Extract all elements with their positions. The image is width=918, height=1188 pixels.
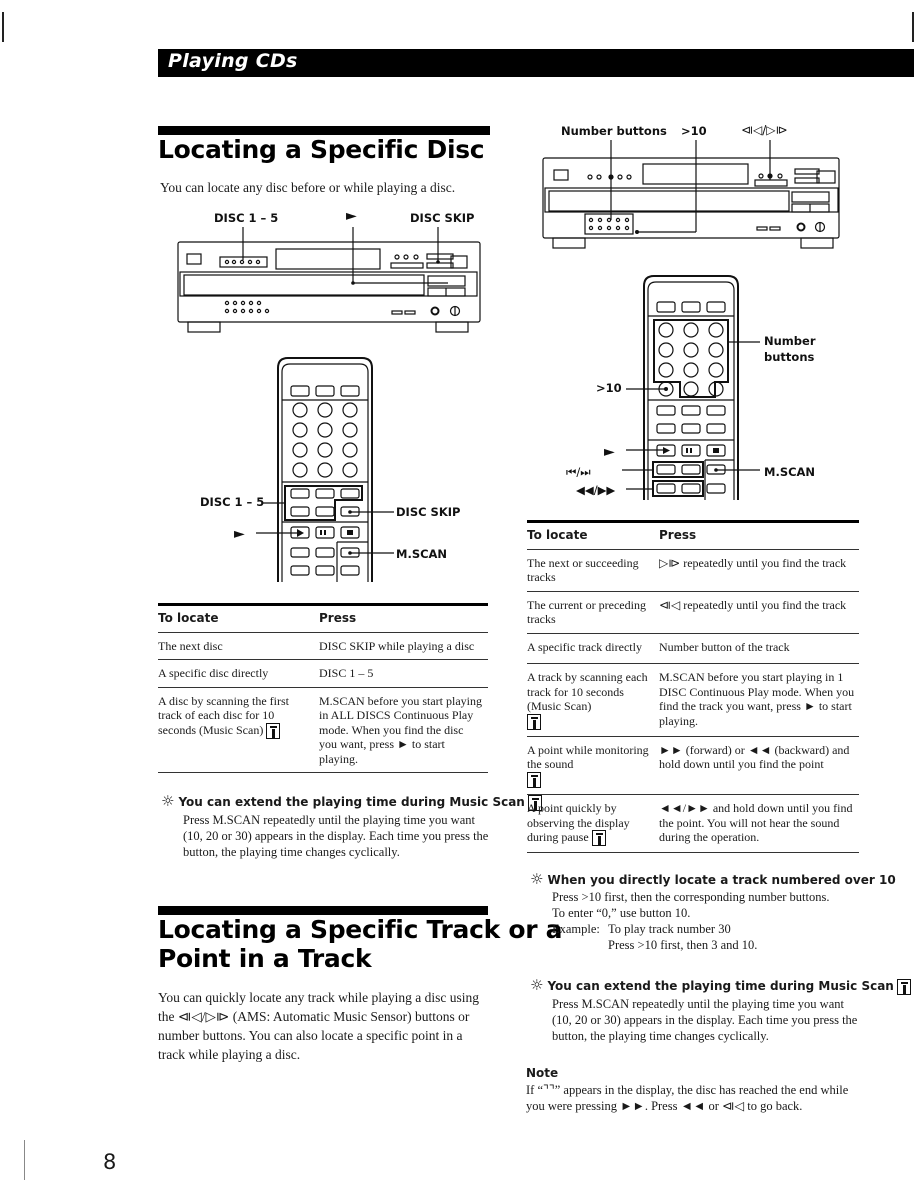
remote-only-icon xyxy=(527,772,541,788)
remote-drawing-2 xyxy=(622,275,760,500)
tip-body: Press M.SCAN repeatedly until the playin… xyxy=(552,996,858,1043)
col-header-locate: To locate xyxy=(158,611,219,625)
remote-only-icon xyxy=(896,978,911,995)
section2-tip-over10: ☼ When you directly locate a track number… xyxy=(530,870,896,953)
section2-table: To locate Press The next or succeeding t… xyxy=(527,520,859,854)
col-header-press: Press xyxy=(319,611,357,625)
lightbulb-icon: ☼ xyxy=(530,870,544,888)
display-window xyxy=(275,248,381,270)
cell-locate: A track by scanning each track for 10 se… xyxy=(527,664,659,736)
section2-rule xyxy=(158,906,488,915)
remote-only-icon xyxy=(266,722,281,739)
remote-only-icon xyxy=(527,713,541,730)
col-header-locate: To locate xyxy=(527,528,588,542)
remote-diagram-2: Number buttons >10 ► ⏮/⏭ ◀◀/▶▶ M.SCAN xyxy=(560,272,860,507)
cell-locate-text: A point quickly by observing the display… xyxy=(527,801,630,844)
col-header-press: Press xyxy=(659,528,697,542)
header-title: Playing CDs xyxy=(168,50,298,72)
cell-press: M.SCAN before you start playing in ALL D… xyxy=(319,693,482,766)
section1-table: To locate Press The next disc DISC SKIP … xyxy=(158,603,488,773)
table-row: The current or preceding tracks ⧏◁ repea… xyxy=(527,590,859,633)
tip-heading-text: You can extend the playing time during M… xyxy=(178,795,525,809)
section1-title: Locating a Specific Disc xyxy=(158,135,485,164)
page-edge-left xyxy=(2,12,4,42)
tip-heading: ☼ You can extend the playing time during … xyxy=(161,792,542,811)
example-line: Press >10 first, then 3 and 10. xyxy=(608,938,758,952)
number-buttons-outline xyxy=(653,319,729,398)
tip-body: Press M.SCAN repeatedly until the playin… xyxy=(183,812,489,859)
cell-locate: A point quickly by observing the display… xyxy=(527,795,659,852)
cd-player-drawing xyxy=(177,227,481,333)
cell-locate: A point while monitoring the sound xyxy=(527,737,659,794)
foot-left xyxy=(187,321,221,333)
cell-press: DISC SKIP while playing a disc xyxy=(319,638,475,653)
margin-rule xyxy=(24,1140,25,1180)
table-row: A point quickly by observing the display… xyxy=(527,794,859,854)
cell-press: ⧏◁ repeatedly until you find the track xyxy=(659,597,847,612)
cell-press: ▷⧐ repeatedly until you find the track xyxy=(659,555,847,570)
section2-note: Note If “⌝⌝” appears in the display, the… xyxy=(526,1066,861,1114)
section2-title-line2: Point in a Track xyxy=(158,944,372,973)
tip-heading: ☼ You can extend the playing time during … xyxy=(530,976,911,995)
cell-locate: The current or preceding tracks xyxy=(527,597,646,627)
foot-right xyxy=(435,321,469,333)
tip-line: Press >10 first, then the corresponding … xyxy=(552,890,830,904)
example-label: Example: xyxy=(552,922,600,936)
table-row: A point while monitoring the sound ►► (f… xyxy=(527,735,859,794)
cd-player-drawing-2 xyxy=(542,140,840,249)
lightbulb-icon: ☼ xyxy=(161,792,175,810)
note-heading: Note xyxy=(526,1066,559,1080)
tip-line: To enter “0,” use button 10. xyxy=(552,906,691,920)
table-row: A specific disc directly DISC 1 – 5 xyxy=(158,659,488,687)
section2-tip-music-scan: ☼ You can extend the playing time during … xyxy=(530,976,911,1044)
table-row: A specific track directly Number button … xyxy=(527,632,859,664)
table-row: A track by scanning each track for 10 se… xyxy=(527,663,859,736)
power-button xyxy=(186,253,202,265)
cell-press: DISC 1 – 5 xyxy=(319,666,374,680)
page-edge-right xyxy=(912,12,914,42)
disc-buttons-outline xyxy=(284,485,363,521)
cell-locate: A specific track directly xyxy=(527,639,642,654)
cell-press: Number button of the track xyxy=(659,639,790,654)
remote-only-icon xyxy=(591,830,606,847)
remote-diagram-1: DISC 1 – 5 ► DISC SKIP M.SCAN xyxy=(190,352,480,587)
cell-press: ►► (forward) or ◄◄ (backward) and hold d… xyxy=(659,742,850,772)
table-header: To locate Press xyxy=(527,523,859,549)
cell-locate-text: A point while monitoring the sound xyxy=(527,742,649,772)
tip-heading: ☼ When you directly locate a track number… xyxy=(530,870,896,888)
cell-locate: The next disc xyxy=(158,638,223,653)
section2-title: Locating a Specific Track or a Point in … xyxy=(158,915,563,973)
tip-example: Example: To play track number 30 xyxy=(552,921,870,937)
tip-body: Press >10 first, then the corresponding … xyxy=(552,889,870,953)
table-header: To locate Press xyxy=(158,606,488,632)
cell-press: ◄◄/►► and hold down until you find the p… xyxy=(659,801,853,844)
cell-locate-text: A track by scanning each track for 10 se… xyxy=(527,670,648,713)
lightbulb-icon: ☼ xyxy=(530,976,544,994)
section2-title-line1: Locating a Specific Track or a xyxy=(158,915,563,944)
section2-intro: You can quickly locate any track while p… xyxy=(158,990,480,1062)
tip-heading-text: When you directly locate a track numbere… xyxy=(547,873,896,887)
cell-locate: A specific disc directly xyxy=(158,666,269,680)
section1-rule xyxy=(158,126,490,135)
cell-locate: A disc by scanning the first track of ea… xyxy=(158,688,319,773)
cd-player-diagram-1: DISC 1 – 5 ► DISC SKIP xyxy=(170,205,490,340)
tip-heading-text: You can extend the playing time during M… xyxy=(547,979,894,993)
cd-player-diagram-2: Number buttons >10 ⧏◁/▷⧐ xyxy=(533,120,863,255)
example-line: To play track number 30 xyxy=(608,922,731,936)
cell-press: M.SCAN before you start playing in 1 DIS… xyxy=(659,670,855,728)
table-row: A disc by scanning the first track of ea… xyxy=(158,686,488,773)
remote-drawing xyxy=(256,357,394,582)
cell-locate: The next or succeeding tracks xyxy=(527,555,639,585)
section1-tip: ☼ You can extend the playing time during … xyxy=(161,792,542,860)
table-row: The next disc DISC SKIP while playing a … xyxy=(158,631,488,660)
page-number: 8 xyxy=(103,1150,117,1174)
number-buttons-panel xyxy=(584,213,634,235)
section1-intro: You can locate any disc before or while … xyxy=(160,180,456,195)
note-body: If “⌝⌝” appears in the display, the disc… xyxy=(526,1083,849,1113)
disc-tray xyxy=(183,274,425,296)
table-row: The next or succeeding tracks ▷⧐ repeate… xyxy=(527,548,859,591)
